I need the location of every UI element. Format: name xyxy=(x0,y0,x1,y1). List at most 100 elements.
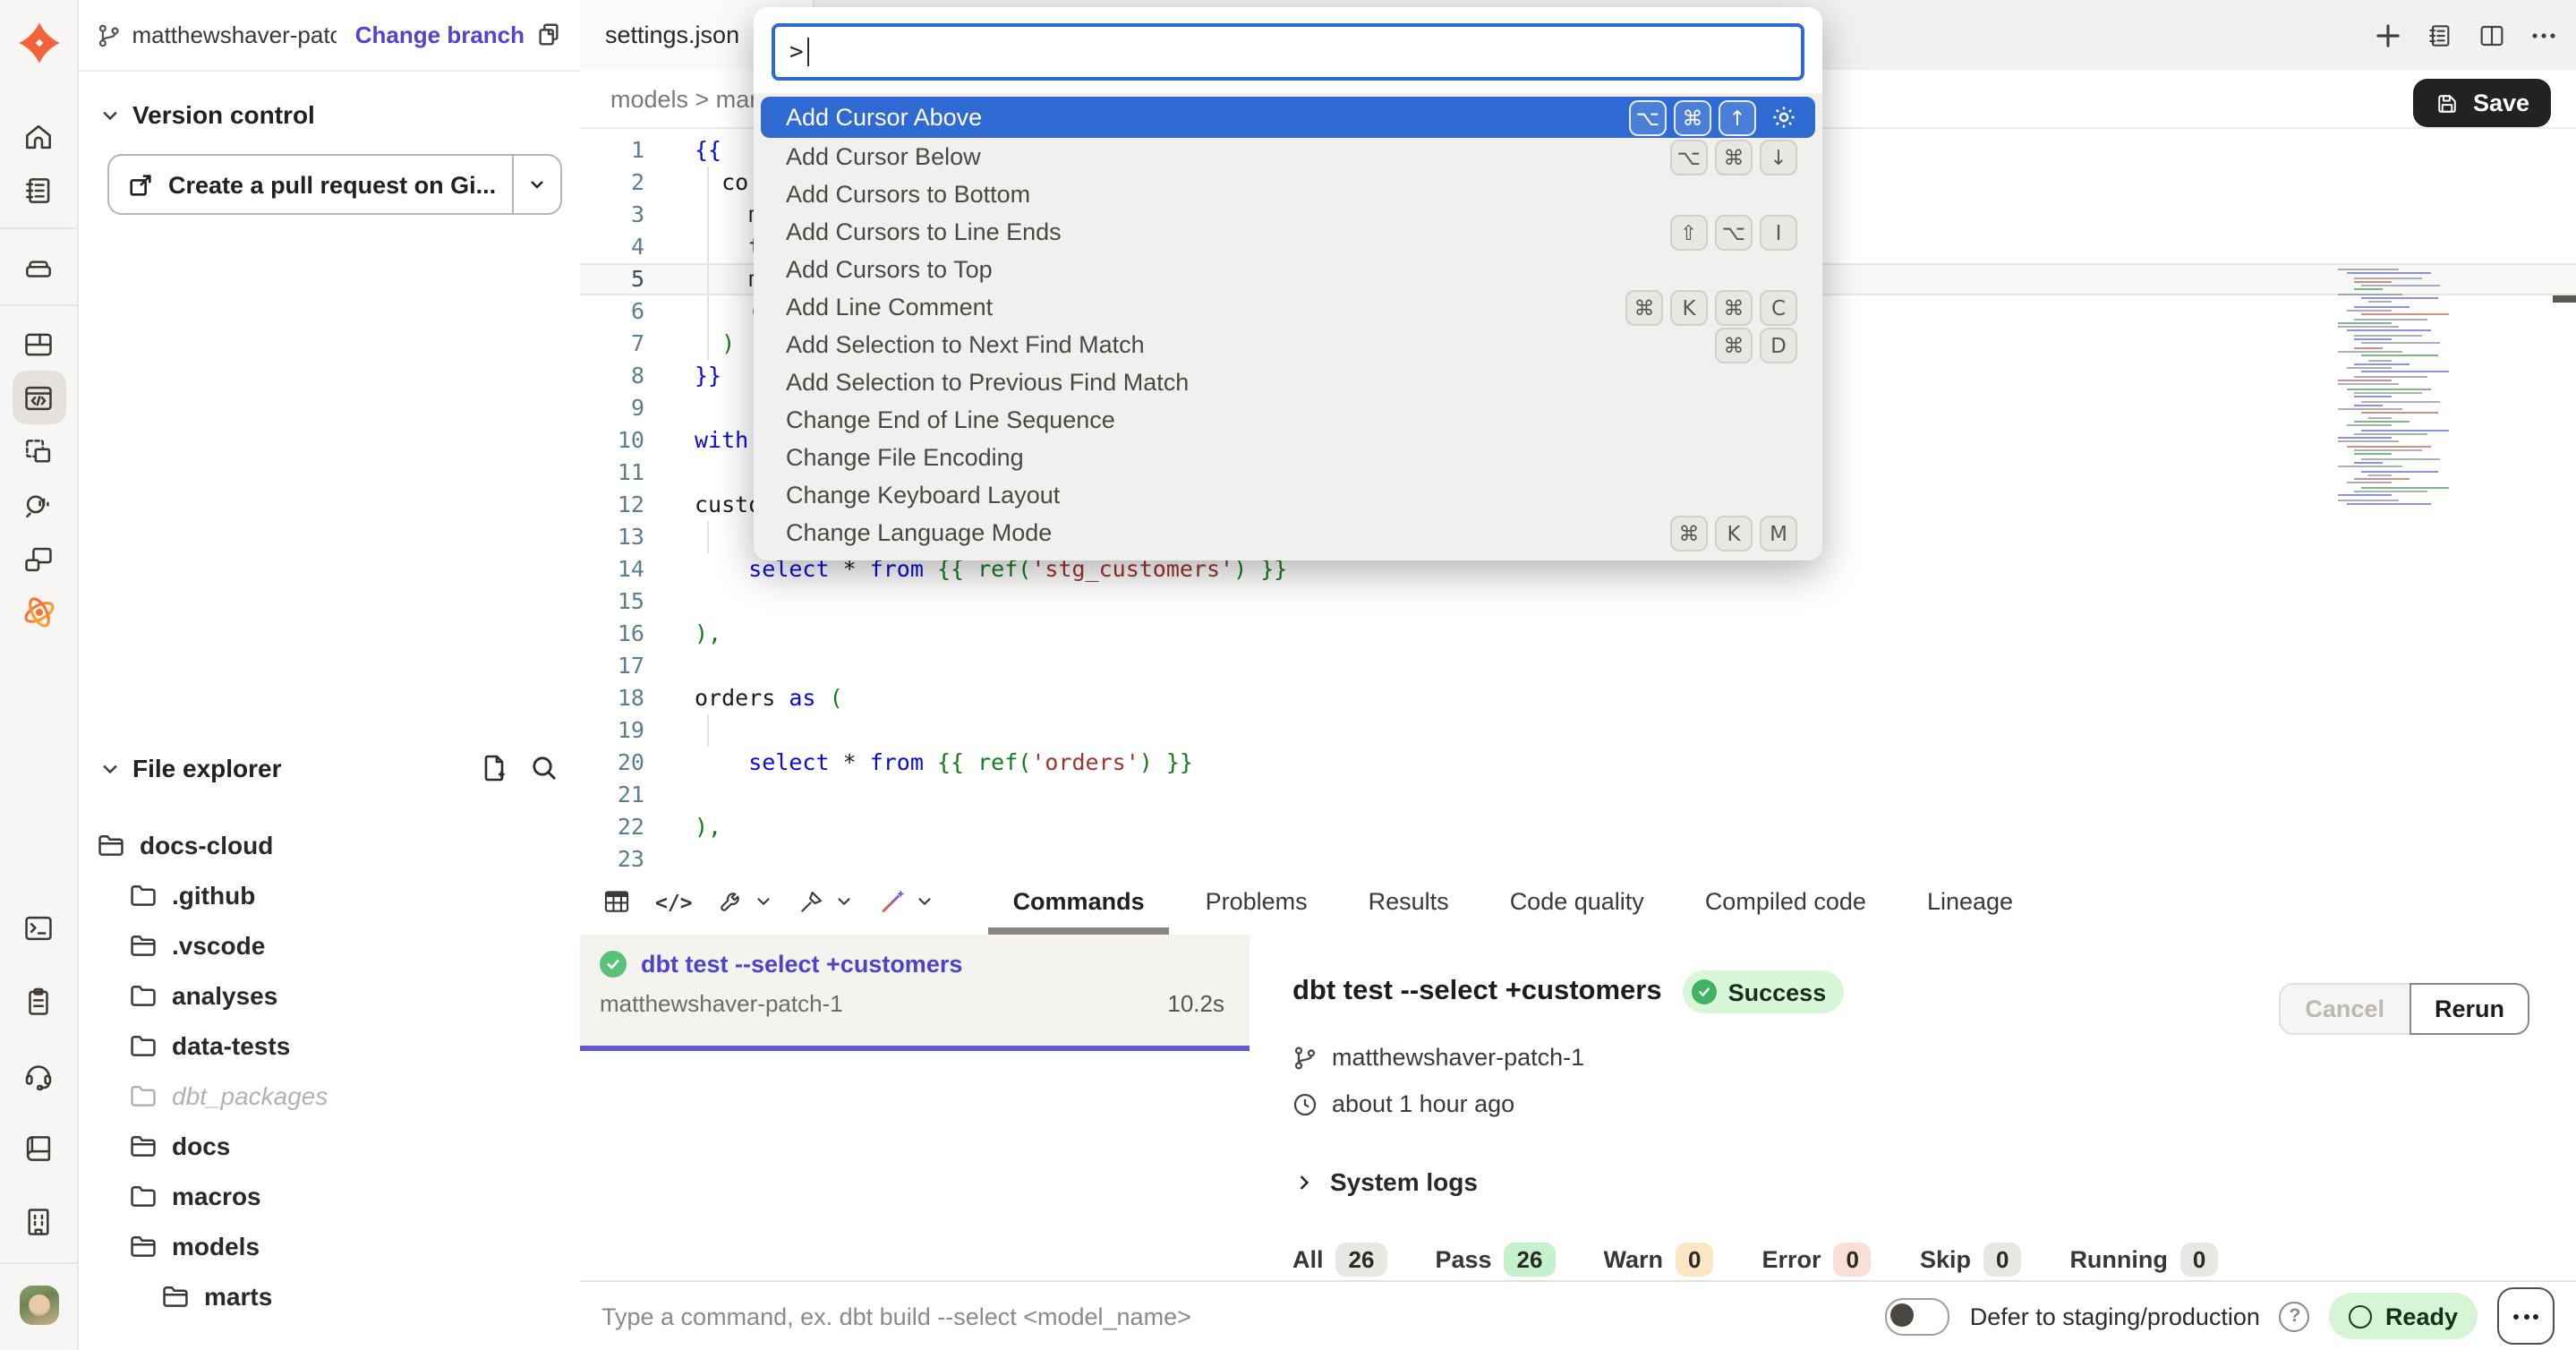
code-text xyxy=(644,585,695,618)
file-tree-item[interactable]: models xyxy=(79,1221,580,1271)
notebook-icon[interactable] xyxy=(12,163,65,217)
palette-item[interactable]: Add Cursor Below ⌥⌘↓ xyxy=(761,138,1815,175)
results-count-badge: 26 xyxy=(1336,1243,1387,1277)
code-editor-icon[interactable] xyxy=(12,371,65,424)
cancel-button[interactable]: Cancel xyxy=(2278,983,2411,1035)
results-filter[interactable]: All 26 xyxy=(1292,1243,1386,1277)
version-control-section[interactable]: Version control xyxy=(79,72,580,129)
more-menu-button[interactable] xyxy=(2497,1287,2555,1345)
panel-tab[interactable]: Code quality xyxy=(1510,868,1644,935)
file-explorer-section[interactable]: File explorer xyxy=(79,754,580,782)
copilot-atom-icon[interactable] xyxy=(12,585,65,639)
results-count-badge: 0 xyxy=(1676,1243,1713,1277)
home-icon[interactable] xyxy=(12,109,65,163)
terminal-icon[interactable] xyxy=(12,901,65,954)
results-filter[interactable]: Warn 0 xyxy=(1603,1243,1713,1277)
file-tree-item[interactable]: .vscode xyxy=(79,920,580,970)
save-button[interactable]: Save xyxy=(2414,79,2551,127)
panel-tab[interactable]: Problems xyxy=(1206,868,1308,935)
new-tab-plus-icon[interactable] xyxy=(2374,21,2402,49)
palette-item[interactable]: Add Line Comment ⌘K⌘C xyxy=(761,288,1815,326)
dbt-logo[interactable] xyxy=(15,20,62,66)
book-icon[interactable] xyxy=(12,1121,65,1175)
stack-icon[interactable] xyxy=(12,240,65,294)
palette-item[interactable]: Change End of Line Sequence xyxy=(761,401,1815,439)
palette-item[interactable]: Change Keyboard Layout xyxy=(761,476,1815,514)
windows-icon[interactable] xyxy=(12,532,65,585)
copy-branch-icon[interactable] xyxy=(535,21,562,48)
clipboard-icon[interactable] xyxy=(12,974,65,1028)
file-tree-item[interactable]: marts xyxy=(79,1271,580,1321)
change-branch-link[interactable]: Change branch xyxy=(355,21,525,48)
command-run-item[interactable]: dbt test --select +customers matthewshav… xyxy=(580,935,1250,1051)
more-options-icon[interactable] xyxy=(2529,21,2558,49)
panel-tab[interactable]: Compiled code xyxy=(1705,868,1866,935)
notebook-panel-icon[interactable] xyxy=(2426,21,2454,49)
build-wrench-icon[interactable] xyxy=(716,886,746,917)
palette-item[interactable]: Add Selection to Previous Find Match xyxy=(761,363,1815,401)
folder-icon xyxy=(129,1081,158,1110)
search-insights-icon[interactable] xyxy=(12,478,65,532)
headset-icon[interactable] xyxy=(12,1047,65,1101)
code-text: ) xyxy=(644,328,735,360)
palette-item[interactable]: Add Cursors to Top xyxy=(761,251,1815,288)
palette-item[interactable]: Add Cursor Above ⌥⌘↑ xyxy=(761,97,1815,138)
dashboard-icon[interactable] xyxy=(12,317,65,371)
pr-dropdown-toggle[interactable] xyxy=(514,156,560,213)
minimap[interactable] xyxy=(2338,269,2470,507)
ai-magic-pen-icon[interactable] xyxy=(877,886,908,917)
file-tree-item[interactable]: dbt_packages xyxy=(79,1071,580,1121)
scrollbar-marker[interactable] xyxy=(2553,295,2576,303)
chevron-down-icon[interactable] xyxy=(754,892,773,911)
palette-item[interactable]: Add Cursors to Bottom xyxy=(761,175,1815,213)
folder-open-icon xyxy=(161,1282,190,1311)
results-filter[interactable]: Error 0 xyxy=(1761,1243,1872,1277)
user-avatar[interactable] xyxy=(19,1286,58,1325)
folder-icon xyxy=(129,981,158,1010)
file-tree-item[interactable]: analyses xyxy=(79,970,580,1021)
file-tree-item[interactable]: data-tests xyxy=(79,1021,580,1071)
file-tree-item[interactable]: docs xyxy=(79,1121,580,1171)
new-file-icon[interactable] xyxy=(480,754,508,782)
gear-icon[interactable] xyxy=(1770,104,1797,131)
command-palette-input[interactable]: > xyxy=(772,23,1804,81)
file-tree-label: macros xyxy=(172,1182,261,1210)
folder-icon xyxy=(129,881,158,910)
folder-icon xyxy=(129,1182,158,1210)
palette-item[interactable]: Change File Encoding xyxy=(761,439,1815,476)
panel-tab[interactable]: Commands xyxy=(1013,868,1145,935)
defer-toggle[interactable] xyxy=(1886,1297,1950,1335)
help-icon[interactable]: ? xyxy=(2280,1301,2310,1331)
file-tree-item[interactable]: docs-cloud xyxy=(79,820,580,870)
split-editor-icon[interactable] xyxy=(2478,21,2506,49)
panel-tab[interactable]: Lineage xyxy=(1927,868,2013,935)
building-icon[interactable] xyxy=(12,1194,65,1248)
chevron-down-icon[interactable] xyxy=(915,892,934,911)
palette-item[interactable]: Add Cursors to Line Ends ⇧⌥I xyxy=(761,213,1815,251)
system-logs-toggle[interactable]: System logs xyxy=(1294,1167,1478,1196)
key-chip: ⌘ xyxy=(1625,289,1663,325)
command-input[interactable]: Type a command, ex. dbt build --select <… xyxy=(601,1303,1191,1329)
file-tree-item[interactable]: macros xyxy=(79,1171,580,1221)
search-icon[interactable] xyxy=(530,754,559,782)
results-filter[interactable]: Running 0 xyxy=(2069,1243,2218,1277)
rerun-button[interactable]: Rerun xyxy=(2410,983,2529,1035)
panel-tab[interactable]: Results xyxy=(1369,868,1449,935)
create-pr-button[interactable]: Create a pull request on Gi... xyxy=(107,154,562,215)
code-line: 23 xyxy=(580,843,2576,868)
preview-table-icon[interactable] xyxy=(601,886,632,917)
palette-item[interactable]: Change Language Mode ⌘KM xyxy=(761,514,1815,551)
command-bar: Type a command, ex. dbt build --select <… xyxy=(580,1280,2576,1350)
results-filter[interactable]: Pass 26 xyxy=(1435,1243,1555,1277)
chevron-down-icon[interactable] xyxy=(834,892,854,911)
line-number: 15 xyxy=(580,585,644,618)
results-filter[interactable]: Skip 0 xyxy=(1920,1243,2022,1277)
panel-tab-label: Problems xyxy=(1206,888,1308,915)
selection-icon[interactable] xyxy=(12,424,65,478)
file-tree-item[interactable]: .github xyxy=(79,870,580,920)
line-number: 10 xyxy=(580,424,644,457)
line-number: 9 xyxy=(580,392,644,424)
palette-item[interactable]: Add Selection to Next Find Match ⌘D xyxy=(761,326,1815,363)
compile-code-icon[interactable]: </> xyxy=(655,889,693,914)
format-pen-icon[interactable] xyxy=(797,886,827,917)
